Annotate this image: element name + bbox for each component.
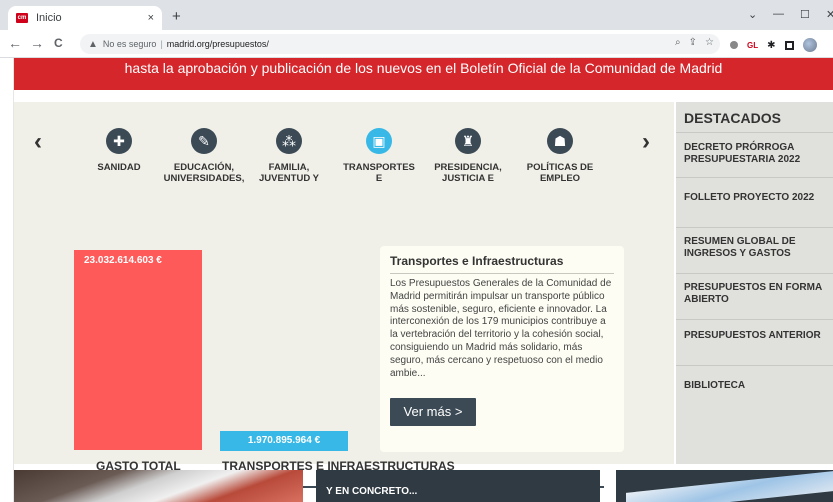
- destacado-abierto-link[interactable]: PRESUPUESTOS EN FORMA ABIERTO: [676, 274, 833, 320]
- education-icon: ✎: [191, 128, 217, 154]
- back-button[interactable]: ←: [8, 35, 22, 51]
- divider: |: [160, 39, 163, 49]
- address-bar[interactable]: ▲ No es seguro | madrid.org/presupuestos…: [80, 34, 720, 54]
- maximize-button[interactable]: ☐: [800, 8, 810, 21]
- site-favicon-icon: cm: [16, 13, 28, 23]
- new-tab-button[interactable]: +: [172, 8, 181, 25]
- browser-tab[interactable]: cm Inicio ×: [8, 6, 162, 30]
- category-label: FAMILIA, JUVENTUD Y: [258, 162, 319, 184]
- category-familia[interactable]: ⁂ FAMILIA, JUVENTUD Y: [244, 128, 334, 184]
- extension-dot-icon[interactable]: [730, 41, 738, 49]
- destacado-folleto-link[interactable]: FOLLETO PROYECTO 2022: [676, 182, 833, 228]
- minimize-button[interactable]: —: [773, 8, 784, 20]
- destacados-sidebar: DESTACADOS DECRETO PRÓRROGA PRESUPUESTAR…: [676, 102, 833, 464]
- transport-icon: ▣: [366, 128, 392, 154]
- category-label: POLÍTICAS DE EMPLEO: [526, 162, 594, 184]
- category-label: TRANSPORTES E: [343, 162, 415, 184]
- category-transportes[interactable]: ▣ TRANSPORTES E: [334, 128, 424, 184]
- extension-gl-icon[interactable]: GL: [747, 41, 758, 50]
- info-text: Los Presupuestos Generales de la Comunid…: [390, 278, 612, 379]
- charts-photo-card[interactable]: [616, 470, 833, 502]
- tab-search-icon[interactable]: ⌄: [748, 8, 757, 21]
- close-window-button[interactable]: ✕: [826, 8, 833, 21]
- charts-photo: [626, 471, 833, 502]
- category-educacion[interactable]: ✎ EDUCACIÓN, UNIVERSIDADES,: [159, 128, 249, 184]
- forward-button[interactable]: →: [30, 35, 44, 51]
- employment-icon: ☗: [547, 128, 573, 154]
- tab-title: Inicio: [36, 12, 62, 24]
- category-empleo[interactable]: ☗ POLÍTICAS DE EMPLEO: [515, 128, 605, 184]
- transport-spending-bar: 1.970.895.964 €: [220, 431, 348, 451]
- category-info-card: Transportes e Infraestructuras Los Presu…: [380, 246, 624, 452]
- ver-mas-button[interactable]: Ver más >: [390, 398, 476, 426]
- category-label: PRESIDENCIA, JUSTICIA E: [434, 162, 502, 184]
- url-text: madrid.org/presupuestos/: [166, 39, 269, 49]
- family-icon: ⁂: [276, 128, 302, 154]
- total-spending-bar: 23.032.614.603 €: [74, 250, 202, 450]
- reload-button[interactable]: C: [54, 36, 63, 50]
- tab-close-icon[interactable]: ×: [148, 12, 154, 24]
- category-label: EDUCACIÓN, UNIVERSIDADES,: [163, 162, 245, 184]
- announcement-banner: hasta la aprobación y publicación de los…: [14, 58, 833, 90]
- category-presidencia[interactable]: ♜ PRESIDENCIA, JUSTICIA E: [423, 128, 513, 184]
- zoom-icon[interactable]: ⌕: [675, 37, 681, 48]
- concreto-label: Y EN CONCRETO...: [326, 486, 418, 497]
- info-title: Transportes e Infraestructuras: [390, 254, 614, 274]
- destacado-biblioteca-link[interactable]: BIBLIOTECA: [676, 366, 833, 420]
- documents-photo[interactable]: [14, 470, 303, 502]
- budget-panel: ‹ › ✚ SANIDAD ✎ EDUCACIÓN, UNIVERSIDADES…: [14, 102, 674, 488]
- carousel-prev-icon[interactable]: ‹: [34, 128, 42, 156]
- browser-tab-bar: cm Inicio × + ⌄ — ☐ ✕: [0, 0, 833, 30]
- total-value: 23.032.614.603 €: [84, 255, 162, 266]
- profile-avatar[interactable]: [802, 38, 817, 52]
- concreto-card[interactable]: Y EN CONCRETO...: [316, 470, 600, 502]
- share-icon[interactable]: ⇪: [689, 37, 697, 48]
- presidency-icon: ♜: [455, 128, 481, 154]
- health-cross-icon: ✚: [106, 128, 132, 154]
- security-label: No es seguro: [102, 39, 157, 49]
- warning-icon: ▲: [88, 38, 98, 50]
- destacado-decreto-link[interactable]: DECRETO PRÓRROGA PRESUPUESTARIA 2022: [676, 138, 833, 178]
- bookmark-star-icon[interactable]: ☆: [705, 37, 714, 48]
- destacados-title: DESTACADOS: [684, 110, 781, 126]
- carousel-next-icon[interactable]: ›: [642, 128, 650, 156]
- destacado-anteriores-link[interactable]: PRESUPUESTOS ANTERIOR: [676, 320, 833, 366]
- category-sanidad[interactable]: ✚ SANIDAD: [74, 128, 164, 173]
- destacado-resumen-link[interactable]: RESUMEN GLOBAL DE INGRESOS Y GASTOS: [676, 228, 833, 274]
- transport-value: 1.970.895.964 €: [247, 435, 321, 446]
- divider: [676, 132, 833, 133]
- page-content: hasta la aprobación y publicación de los…: [0, 58, 833, 502]
- category-label: SANIDAD: [97, 162, 141, 173]
- sidepanel-icon[interactable]: [784, 40, 794, 50]
- browser-toolbar: ← → C ▲ No es seguro | madrid.org/presup…: [0, 30, 833, 58]
- extensions-puzzle-icon[interactable]: ✱: [767, 40, 775, 51]
- left-edge: [0, 58, 14, 502]
